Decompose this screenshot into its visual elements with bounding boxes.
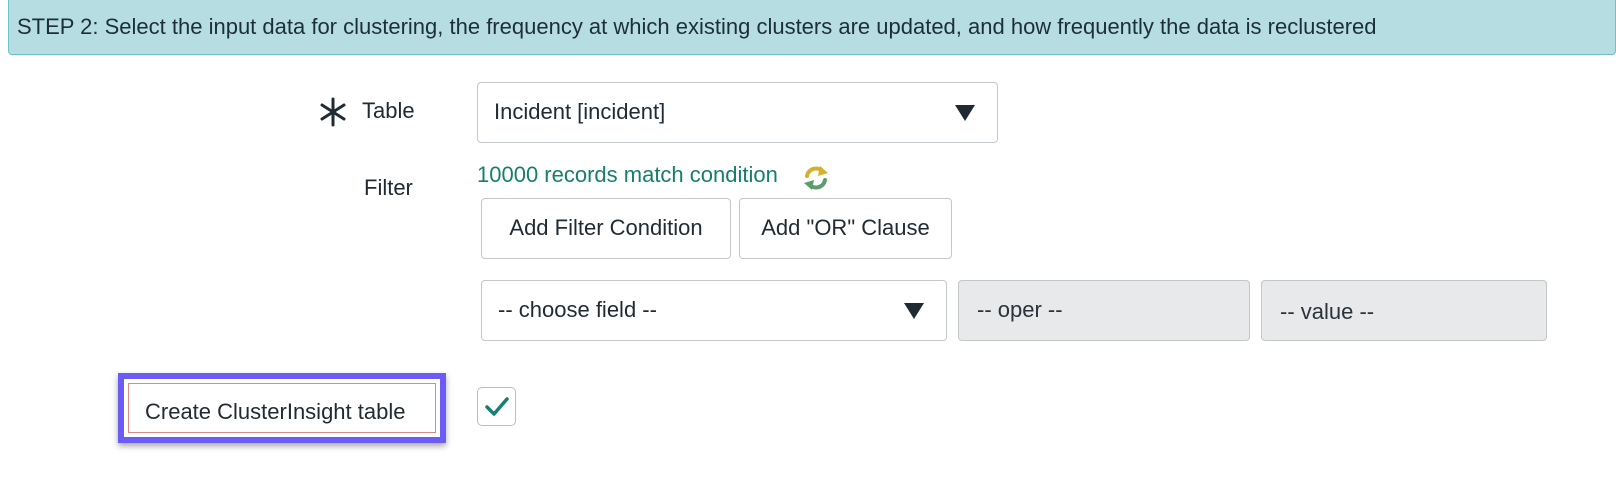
operator-placeholder: -- oper -- (977, 297, 1063, 322)
records-match-link[interactable]: 10000 records match condition (477, 162, 778, 188)
chevron-down-icon (904, 303, 924, 319)
add-or-clause-button[interactable]: Add "OR" Clause (739, 198, 952, 259)
chevron-down-icon (955, 105, 975, 121)
choose-field-placeholder: -- choose field -- (498, 297, 657, 322)
add-filter-condition-button[interactable]: Add Filter Condition (481, 198, 731, 259)
value-input: -- value -- (1261, 280, 1547, 341)
cluster-insight-label: Create ClusterInsight table (145, 399, 406, 424)
operator-select: -- oper -- (958, 280, 1250, 341)
create-cluster-insight-checkbox[interactable] (477, 387, 516, 426)
filter-label: Filter (364, 175, 413, 200)
cluster-insight-label-box: Create ClusterInsight table (128, 383, 436, 433)
table-select-value: Incident [incident] (494, 99, 666, 124)
checkmark-icon (485, 397, 509, 416)
mandatory-asterisk-icon (320, 97, 346, 127)
choose-field-select[interactable]: -- choose field -- (481, 280, 947, 341)
step-banner-text: STEP 2: Select the input data for cluste… (17, 14, 1377, 39)
table-label: Table (362, 98, 415, 123)
step-banner: STEP 2: Select the input data for cluste… (8, 0, 1616, 55)
refresh-icon[interactable] (803, 164, 829, 192)
value-placeholder: -- value -- (1280, 299, 1375, 324)
table-select[interactable]: Incident [incident] (477, 82, 998, 143)
cluster-insight-label-highlight: Create ClusterInsight table (118, 373, 446, 443)
